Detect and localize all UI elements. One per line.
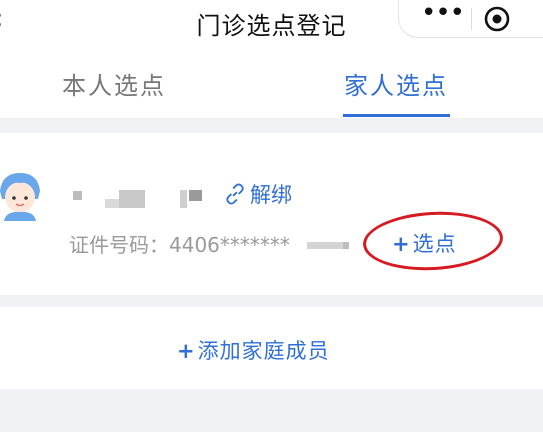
tab-bar: 本人选点 家人选点 xyxy=(0,44,543,118)
mini-program-capsule: ••• xyxy=(398,0,543,38)
target-circle-icon[interactable] xyxy=(483,5,511,33)
add-family-member-label: 添加家庭成员 xyxy=(197,339,330,363)
id-number: 证件号码：4406******* xyxy=(69,233,290,257)
unlink-icon xyxy=(226,183,244,205)
plus-icon: + xyxy=(177,339,196,363)
nav-bar: ‹ 门诊选点登记 ••• xyxy=(0,0,543,44)
add-family-member-button[interactable]: +添加家庭成员 xyxy=(177,335,330,365)
name-redacted xyxy=(180,190,187,208)
unbind-label: 解绑 xyxy=(250,183,292,207)
add-family-member-row: +添加家庭成员 xyxy=(0,307,543,389)
tab-self[interactable]: 本人选点 xyxy=(62,66,166,101)
id-redacted xyxy=(307,242,343,249)
unbind-button[interactable]: 解绑 xyxy=(224,179,292,209)
active-tab-indicator xyxy=(343,114,450,117)
capsule-divider xyxy=(471,8,472,30)
child-avatar-icon xyxy=(0,173,40,221)
id-redacted xyxy=(343,242,349,249)
name-redacted xyxy=(119,190,145,208)
name-redacted xyxy=(189,190,202,201)
name-redacted xyxy=(73,191,82,200)
tab-family[interactable]: 家人选点 xyxy=(344,66,448,101)
name-redacted xyxy=(105,199,119,208)
more-dots-icon[interactable]: ••• xyxy=(421,0,465,28)
